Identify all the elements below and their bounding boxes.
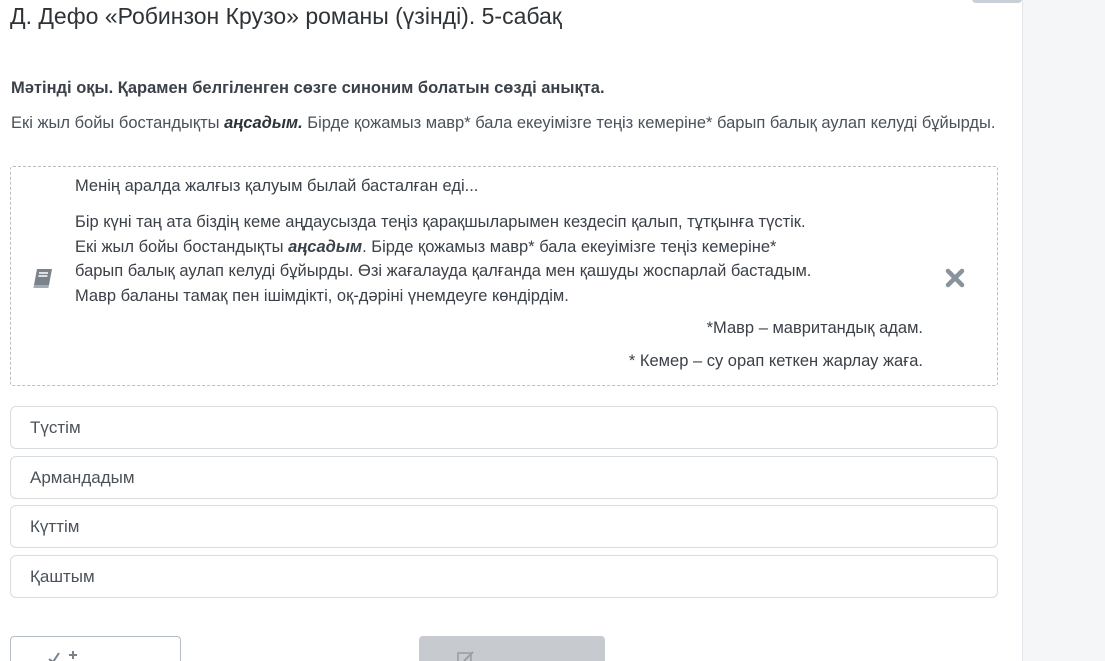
- answer-option-3[interactable]: Күттім: [10, 505, 998, 548]
- footnote-mavr: *Мавр – мавритандық адам.: [706, 319, 923, 337]
- task-intro: Екі жыл бойы бостандықты аңсадым. Бірде …: [11, 111, 1001, 135]
- intro-text-after: Бірде қожамыз мавр* бала екеуімізге теңі…: [302, 114, 996, 132]
- reading-text-line-4: Мавр баланы тамақ пен ішімдікті, оқ-дәрі…: [75, 286, 569, 305]
- task-instruction: Мәтінді оқы. Қарамен белгіленген сөзге с…: [11, 79, 605, 97]
- page-title: Д. Дефо «Робинзон Крузо» романы (үзінді)…: [10, 3, 562, 29]
- close-icon[interactable]: [942, 265, 968, 291]
- line-2-before: Екі жыл бойы бостандықты: [75, 237, 289, 256]
- reading-text-box: Менің аралда жалғыз қалуым былай басталғ…: [10, 166, 998, 386]
- right-side-panel: [1022, 0, 1105, 661]
- submit-button[interactable]: [419, 636, 605, 661]
- footnote-kemer: * Кемер – су орап кеткен жарлау жаға.: [628, 352, 923, 370]
- line-2-after: . Бірде қожамыз мавр* бала екеуімізге те…: [362, 237, 777, 256]
- reading-text-paragraph: Бір күні таң ата біздің кеме аңдаусызда …: [75, 210, 935, 308]
- answer-option-4[interactable]: Қаштым: [10, 555, 998, 598]
- reading-text-first-line: Менің аралда жалғыз қалуым былай басталғ…: [75, 177, 479, 195]
- reading-text-line-3: барып балық аулап келуді бұйырды. Өзі жа…: [75, 262, 812, 280]
- check-icon: [48, 651, 77, 661]
- book-icon: [33, 269, 52, 288]
- reading-text-line-1: Бір күні таң ата біздің кеме аңдаусызда …: [75, 213, 806, 231]
- lesson-panel: Д. Дефо «Робинзон Крузо» романы (үзінді)…: [0, 0, 1022, 661]
- check-button[interactable]: [10, 636, 181, 661]
- intro-text-before: Екі жыл бойы бостандықты: [11, 114, 225, 132]
- corner-tab[interactable]: [972, 0, 1022, 3]
- answer-option-2[interactable]: Армандадым: [10, 456, 998, 499]
- line-2-bold-word: аңсадым: [288, 237, 363, 256]
- edit-icon: [457, 651, 474, 661]
- reading-text-line-2: Екі жыл бойы бостандықты аңсадым. Бірде …: [75, 235, 935, 260]
- intro-bold-word: аңсадым.: [224, 114, 303, 132]
- answer-option-1[interactable]: Түстім: [10, 406, 998, 449]
